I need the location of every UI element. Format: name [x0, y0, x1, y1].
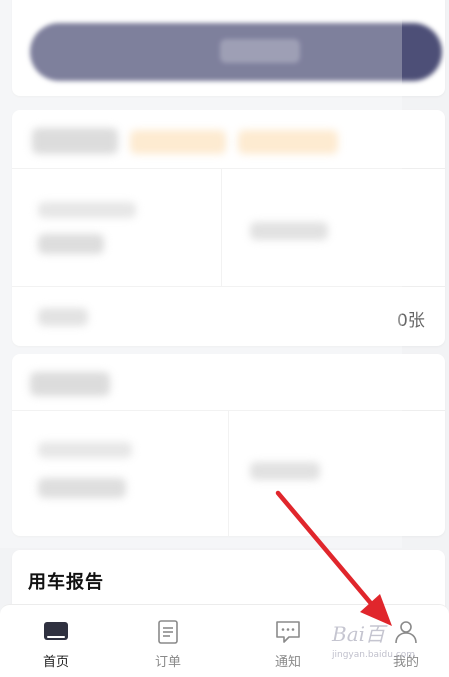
primary-action-label-blurred — [220, 39, 300, 63]
info-cell-1b-blurred — [38, 478, 126, 498]
coupon-tag-2-blurred — [238, 130, 338, 154]
tab-orders[interactable]: 订单 — [112, 605, 224, 677]
coupon-cell-1b-blurred — [38, 234, 104, 254]
tab-home[interactable]: 首页 — [0, 605, 112, 677]
tab-mine[interactable]: 我的 — [350, 605, 449, 677]
info-cell-1a-blurred — [38, 442, 132, 458]
primary-action-button[interactable] — [30, 23, 442, 81]
tab-mine-label: 我的 — [392, 655, 419, 670]
info-card — [12, 354, 445, 536]
coupon-count-text: 0张 — [397, 311, 425, 331]
tab-home-label: 首页 — [42, 655, 69, 670]
tab-orders-label: 订单 — [154, 655, 181, 670]
bottom-tab-bar: 首页 订单 通知 我的 — [0, 604, 449, 677]
top-card — [12, 0, 445, 96]
coupon-title-blurred — [32, 128, 118, 154]
tab-notify[interactable]: 通知 — [232, 605, 344, 677]
divider — [12, 286, 445, 287]
report-title: 用车报告 — [28, 572, 104, 593]
chat-icon — [275, 619, 301, 645]
coupon-footer-blurred — [38, 308, 88, 326]
coupon-card: 0张 — [12, 110, 445, 346]
divider — [12, 168, 445, 169]
tab-notify-label: 通知 — [274, 655, 301, 670]
home-icon — [43, 619, 69, 645]
divider-vertical — [228, 410, 229, 536]
coupon-tag-1-blurred — [130, 130, 226, 154]
info-cell-2-blurred — [250, 462, 320, 480]
person-icon — [393, 619, 419, 645]
coupon-cell-1a-blurred — [38, 202, 136, 218]
coupon-cell-2-blurred — [250, 222, 328, 240]
document-icon — [155, 619, 181, 645]
info-title-blurred — [30, 372, 110, 396]
divider-vertical — [221, 168, 222, 286]
